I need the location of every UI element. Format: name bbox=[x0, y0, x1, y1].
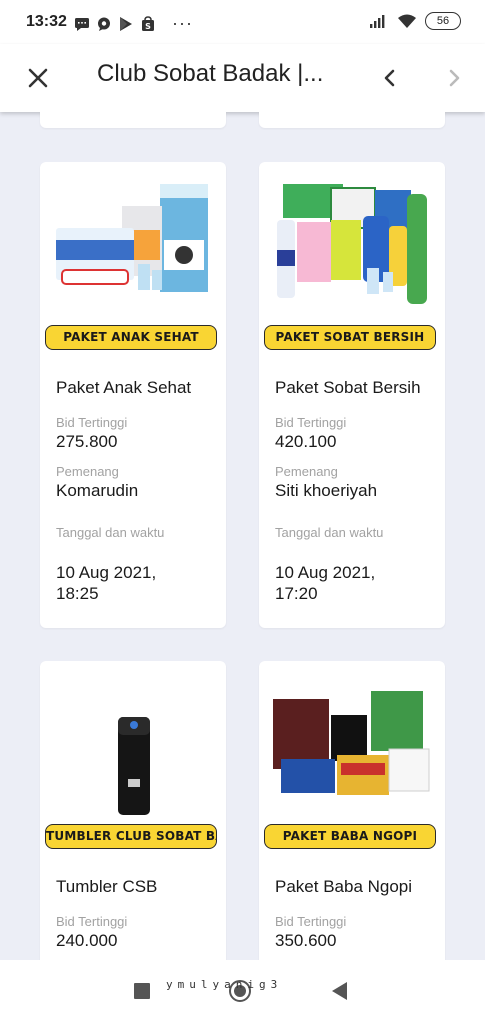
bid-label: Bid Tertinggi bbox=[56, 914, 128, 929]
bid-value: 350.600 bbox=[275, 931, 337, 950]
product-card[interactable]: PAKET BABA NGOPI Paket Baba Ngopi Bid Te… bbox=[259, 661, 445, 960]
product-banner: PAKET SOBAT BERSIH bbox=[264, 325, 436, 350]
status-bar: 13:32 S ··· 56 bbox=[0, 0, 485, 44]
recent-apps-icon[interactable] bbox=[134, 983, 150, 999]
chat-icon bbox=[98, 17, 110, 31]
bid-label: Bid Tertinggi bbox=[275, 914, 347, 929]
signal-icon bbox=[370, 15, 385, 28]
play-store-icon bbox=[120, 16, 132, 31]
winner-name: Siti khoeriyah bbox=[275, 481, 378, 500]
date-label: Tanggal dan waktu bbox=[56, 525, 165, 540]
system-nav-bar: ymulyanig3 bbox=[0, 960, 485, 1024]
battery-icon: 56 bbox=[425, 12, 461, 30]
product-card[interactable]: TUMBLER CLUB SOBAT BADAK Tumbler CSB Bid… bbox=[40, 661, 226, 960]
product-card[interactable]: PAKET ANAK SEHAT Paket Anak Sehat Bid Te… bbox=[40, 162, 226, 628]
date-value: 10 Aug 2021, 17:20 bbox=[275, 563, 376, 603]
watermark-text: ymulyanig3 bbox=[166, 978, 283, 991]
chevron-right-icon[interactable] bbox=[440, 64, 468, 92]
product-image-sobat-bersih bbox=[277, 184, 427, 304]
product-name: Paket Baba Ngopi bbox=[275, 877, 413, 896]
shopping-bag-icon: S bbox=[142, 15, 154, 31]
card-stub bbox=[259, 112, 445, 128]
winner-label: Pemenang bbox=[56, 464, 119, 479]
bid-label: Bid Tertinggi bbox=[275, 415, 347, 430]
date-label: Tanggal dan waktu bbox=[275, 525, 384, 540]
product-image-tumbler bbox=[118, 717, 150, 815]
date-value: 10 Aug 2021, 18:25 bbox=[56, 563, 157, 603]
product-image-anak-sehat bbox=[56, 184, 208, 292]
more-notifications-dots: ··· bbox=[172, 13, 193, 33]
bid-value: 240.000 bbox=[56, 931, 118, 950]
product-banner: PAKET ANAK SEHAT bbox=[45, 325, 217, 350]
message-icon bbox=[75, 17, 89, 31]
product-name: Tumbler CSB bbox=[56, 877, 158, 896]
product-name: Paket Sobat Bersih bbox=[275, 378, 421, 397]
bid-value: 275.800 bbox=[56, 432, 118, 451]
close-icon[interactable] bbox=[22, 62, 54, 94]
product-banner: TUMBLER CLUB SOBAT BADAK bbox=[45, 824, 217, 849]
app-toolbar: Club Sobat Badak |... bbox=[0, 44, 485, 112]
notification-icons: S ··· bbox=[74, 13, 193, 34]
product-image-baba-ngopi bbox=[273, 691, 430, 795]
chevron-left-icon[interactable] bbox=[376, 64, 404, 92]
back-icon[interactable] bbox=[332, 982, 347, 1000]
product-name: Paket Anak Sehat bbox=[56, 378, 192, 397]
winner-name: Komarudin bbox=[56, 481, 139, 500]
auction-list[interactable]: PAKET ANAK SEHAT Paket Anak Sehat Bid Te… bbox=[0, 112, 485, 960]
page-title: Club Sobat Badak |... bbox=[97, 60, 324, 87]
svg-text:S: S bbox=[145, 22, 151, 31]
status-right: 56 bbox=[369, 12, 461, 30]
status-time: 13:32 bbox=[26, 13, 67, 30]
product-card[interactable]: PAKET SOBAT BERSIH Paket Sobat Bersih Bi… bbox=[259, 162, 445, 628]
card-stub bbox=[40, 112, 226, 128]
product-banner: PAKET BABA NGOPI bbox=[264, 824, 436, 849]
bid-label: Bid Tertinggi bbox=[56, 415, 128, 430]
wifi-icon bbox=[398, 14, 416, 28]
bid-value: 420.100 bbox=[275, 432, 337, 451]
winner-label: Pemenang bbox=[275, 464, 338, 479]
